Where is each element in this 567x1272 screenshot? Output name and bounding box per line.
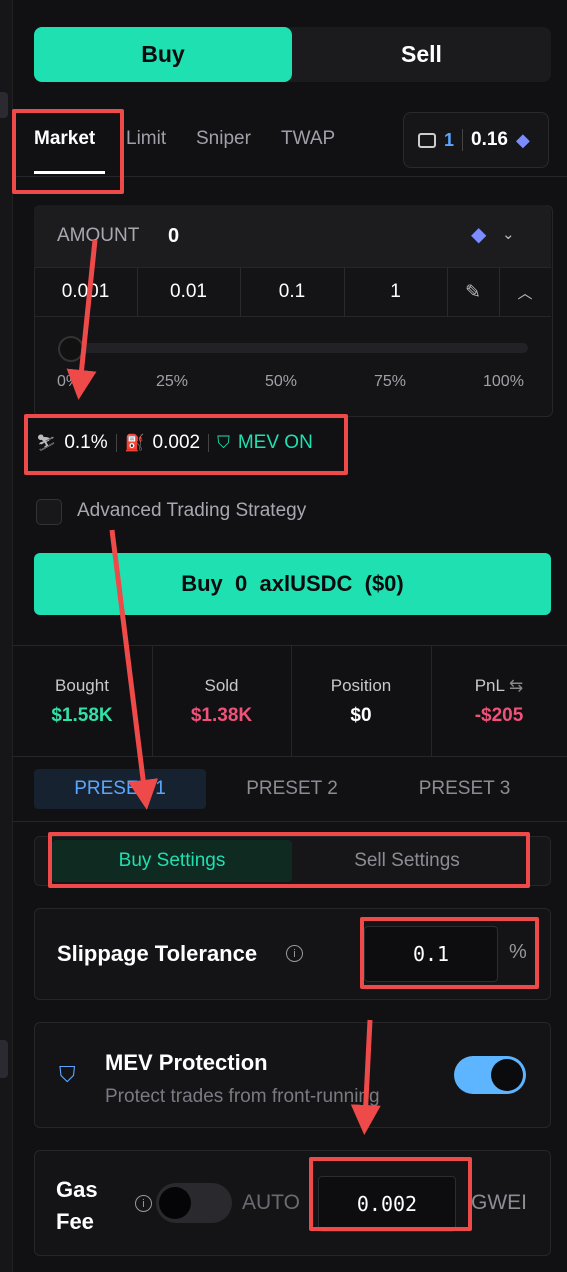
amount-input[interactable]: 0 bbox=[168, 225, 179, 248]
slider-mark-0: 0% bbox=[57, 373, 81, 390]
scroll-handle-lower[interactable] bbox=[0, 1040, 8, 1078]
quick-amount-1[interactable]: 1 bbox=[344, 268, 448, 316]
highlight-slippage-input bbox=[360, 917, 539, 989]
highlight-gas-input bbox=[309, 1157, 472, 1231]
stat-position: Position $0 bbox=[291, 646, 432, 756]
toggle-knob bbox=[491, 1059, 523, 1091]
slider-mark-100: 100% bbox=[483, 373, 524, 390]
amount-label: AMOUNT bbox=[57, 225, 140, 246]
mev-toggle[interactable] bbox=[454, 1056, 526, 1094]
mev-title: MEV Protection bbox=[105, 1050, 268, 1075]
divider bbox=[34, 316, 551, 317]
tab-preset-3[interactable]: PRESET 3 bbox=[378, 769, 551, 809]
buy-submit-button[interactable]: Buy 0 axlUSDC ($0) bbox=[34, 553, 551, 615]
advanced-strategy-checkbox[interactable] bbox=[36, 499, 62, 525]
edit-pencil-icon[interactable]: ✎ bbox=[447, 268, 500, 316]
wallet-balance: 0.16 bbox=[471, 129, 508, 150]
swap-arrows-icon[interactable]: ⇆ bbox=[509, 676, 523, 695]
tab-limit[interactable]: Limit bbox=[126, 128, 166, 150]
slippage-label: Slippage Tolerance bbox=[57, 941, 258, 966]
quick-amount-0.01[interactable]: 0.01 bbox=[137, 268, 241, 316]
scroll-handle[interactable] bbox=[0, 92, 8, 118]
quick-amount-0.1[interactable]: 0.1 bbox=[240, 268, 345, 316]
tab-sniper[interactable]: Sniper bbox=[196, 128, 251, 150]
amount-slider-handle[interactable] bbox=[58, 336, 84, 362]
shield-icon: ⛉ bbox=[59, 1062, 76, 1087]
highlight-trade-stats bbox=[24, 414, 348, 475]
eth-icon: ◆ bbox=[516, 129, 530, 150]
separator bbox=[462, 129, 464, 151]
divider bbox=[12, 756, 567, 757]
toggle-knob bbox=[159, 1187, 191, 1219]
gas-unit: GWEI bbox=[471, 1191, 527, 1214]
slider-mark-25: 25% bbox=[156, 373, 189, 390]
highlight-market-tab bbox=[12, 109, 124, 194]
mev-description: Protect trades from front-running bbox=[105, 1086, 380, 1107]
gas-label-line2: Fee bbox=[56, 1209, 94, 1234]
stat-label: Position bbox=[330, 675, 392, 695]
stat-bought: Bought $1.58K bbox=[12, 646, 153, 756]
slider-mark-75: 75% bbox=[374, 373, 407, 390]
stat-value: $0 bbox=[350, 704, 372, 726]
chevron-down-icon[interactable]: ⌄ bbox=[502, 225, 515, 243]
highlight-settings-tabs bbox=[48, 832, 530, 888]
gas-auto-toggle[interactable] bbox=[156, 1183, 232, 1223]
stat-label: Sold bbox=[204, 675, 239, 695]
amount-slider-track[interactable] bbox=[60, 343, 528, 353]
stat-value: $1.38K bbox=[190, 704, 253, 726]
tab-preset-2[interactable]: PRESET 2 bbox=[206, 769, 378, 809]
tab-preset-1[interactable]: PRESET 1 bbox=[34, 769, 206, 809]
stat-label: PnL ⇆ bbox=[475, 676, 524, 696]
buy-tab[interactable]: Buy bbox=[34, 27, 292, 82]
divider bbox=[12, 821, 567, 822]
gas-label: Gas Fee bbox=[56, 1174, 98, 1238]
stat-value: -$205 bbox=[474, 704, 524, 726]
eth-icon: ◆ bbox=[471, 224, 487, 246]
wallet-icon bbox=[418, 132, 436, 148]
wallet-count: 1 bbox=[444, 129, 455, 150]
stat-value: $1.58K bbox=[51, 704, 113, 726]
wallet-selector[interactable]: 1 0.16 ◆ bbox=[403, 112, 549, 168]
info-icon[interactable]: i bbox=[135, 1195, 152, 1212]
sell-tab[interactable]: Sell bbox=[292, 27, 551, 82]
stat-sold: Sold $1.38K bbox=[152, 646, 292, 756]
stat-label: Bought bbox=[55, 675, 109, 695]
quick-amount-0.001[interactable]: 0.001 bbox=[34, 268, 138, 316]
gas-label-line1: Gas bbox=[56, 1177, 98, 1202]
chevron-up-icon[interactable]: ︿ bbox=[499, 268, 551, 316]
tab-twap[interactable]: TWAP bbox=[281, 128, 335, 150]
info-icon[interactable]: i bbox=[286, 945, 303, 962]
pnl-label: PnL bbox=[474, 675, 505, 695]
slider-mark-50: 50% bbox=[265, 373, 298, 390]
stat-pnl: PnL ⇆ -$205 bbox=[431, 646, 567, 756]
advanced-strategy-label: Advanced Trading Strategy bbox=[77, 500, 307, 521]
gas-auto-label: AUTO bbox=[242, 1191, 300, 1214]
